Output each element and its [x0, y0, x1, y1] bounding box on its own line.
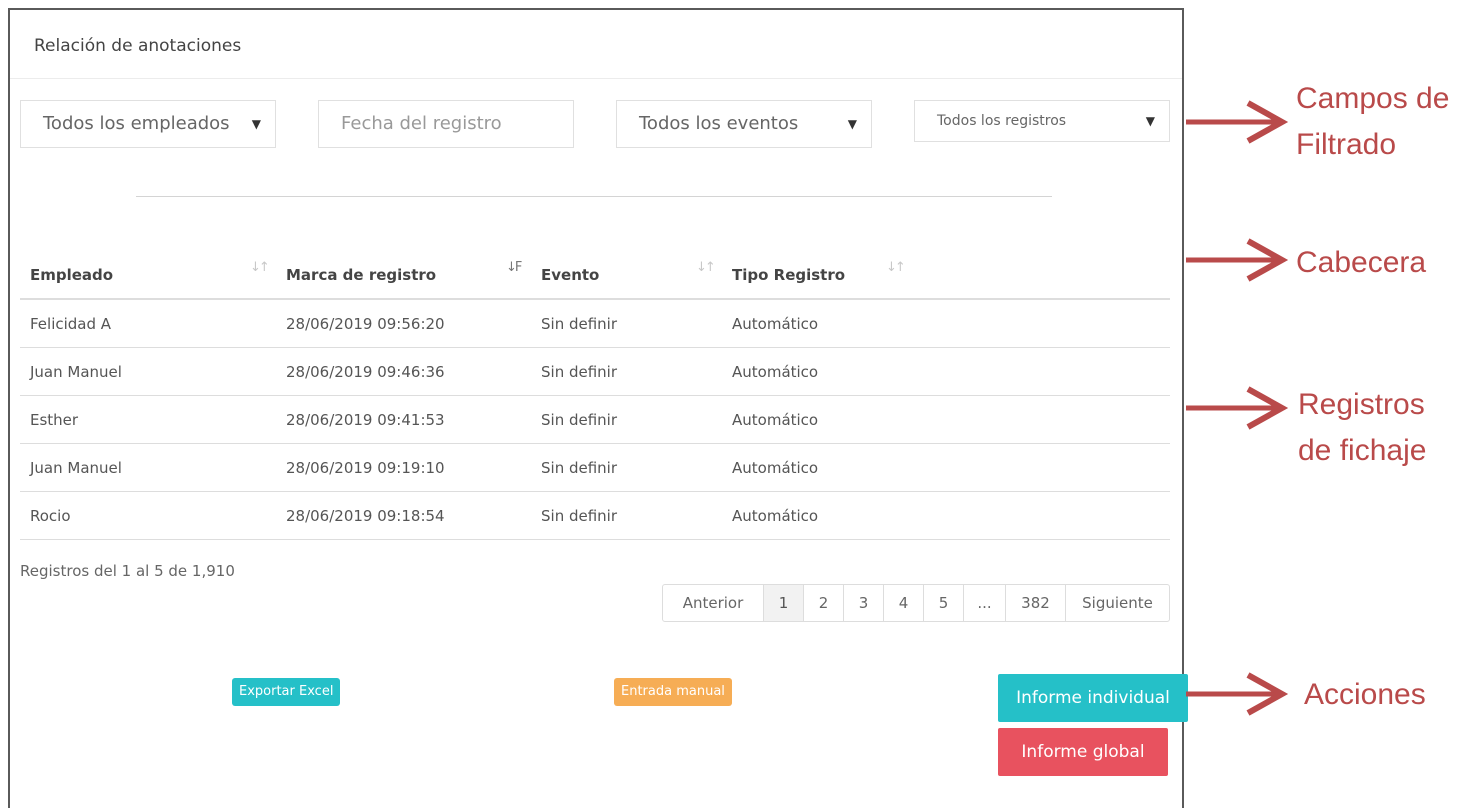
sort-desc-icon[interactable]: ↓F: [506, 260, 522, 275]
cell-event: Sin definir: [541, 315, 618, 333]
cell-employee: Rocio: [30, 507, 71, 525]
chevron-down-icon: ▼: [1145, 114, 1155, 128]
annotation-actions: Acciones: [1304, 678, 1426, 711]
cell-employee: Felicidad A: [30, 315, 112, 333]
title-divider: [10, 78, 1182, 79]
cell-timestamp: 28/06/2019 09:19:10: [286, 459, 445, 477]
panel-title: Relación de anotaciones: [34, 36, 242, 56]
date-filter-input[interactable]: Fecha del registro: [318, 100, 574, 148]
cell-timestamp: 28/06/2019 09:18:54: [286, 507, 445, 525]
pagination-page-1[interactable]: 1: [763, 585, 803, 621]
table-row[interactable]: Esther 28/06/2019 09:41:53 Sin definir A…: [20, 396, 1170, 444]
pagination-page-382[interactable]: 382: [1005, 585, 1065, 621]
cell-type: Automático: [732, 363, 819, 381]
column-header-tipo[interactable]: Tipo Registro: [732, 266, 845, 284]
cell-event: Sin definir: [541, 507, 618, 525]
cell-event: Sin definir: [541, 411, 618, 429]
column-header-evento[interactable]: Evento: [541, 266, 599, 284]
column-header-marca[interactable]: Marca de registro: [286, 266, 436, 284]
record-type-filter-select[interactable]: Todos los registros ▼: [914, 100, 1170, 142]
cell-type: Automático: [732, 315, 819, 333]
cell-timestamp: 28/06/2019 09:41:53: [286, 411, 445, 429]
cell-type: Automático: [732, 507, 819, 525]
sort-icon[interactable]: ↓↑: [696, 260, 716, 275]
pagination-page-5[interactable]: 5: [923, 585, 963, 621]
individual-report-button[interactable]: Informe individual: [998, 674, 1188, 722]
annotation-records-line1: Registros: [1298, 388, 1425, 421]
pagination-next-button[interactable]: Siguiente: [1065, 585, 1169, 621]
pagination-ellipsis: ...: [963, 585, 1005, 621]
filter-separator: [136, 196, 1052, 197]
annotation-header: Cabecera: [1296, 246, 1427, 279]
cell-timestamp: 28/06/2019 09:46:36: [286, 363, 445, 381]
employee-filter-select[interactable]: Todos los empleados ▼: [20, 100, 276, 148]
cell-employee: Esther: [30, 411, 79, 429]
pagination-page-2[interactable]: 2: [803, 585, 843, 621]
table-row[interactable]: Juan Manuel 28/06/2019 09:19:10 Sin defi…: [20, 444, 1170, 492]
arrow-right-icon: [1186, 386, 1289, 430]
manual-entry-button[interactable]: Entrada manual: [614, 678, 732, 706]
sort-icon[interactable]: ↓↑: [886, 260, 906, 275]
annotations-panel: Relación de anotaciones Todos los emplea…: [8, 8, 1188, 808]
table-row[interactable]: Felicidad A 28/06/2019 09:56:20 Sin defi…: [20, 300, 1170, 348]
cell-employee: Juan Manuel: [30, 459, 122, 477]
cell-event: Sin definir: [541, 459, 618, 477]
event-filter-value: Todos los eventos: [639, 113, 799, 134]
cell-type: Automático: [732, 411, 819, 429]
cell-type: Automático: [732, 459, 819, 477]
arrow-right-icon: [1186, 238, 1289, 282]
annotation-filters-line2: Filtrado: [1296, 128, 1397, 161]
cell-timestamp: 28/06/2019 09:56:20: [286, 315, 445, 333]
pagination-prev-button[interactable]: Anterior: [663, 585, 763, 621]
record-type-filter-value: Todos los registros: [937, 113, 1067, 129]
arrow-right-icon: [1186, 672, 1289, 716]
chevron-down-icon: ▼: [251, 117, 261, 131]
table-row[interactable]: Rocio 28/06/2019 09:18:54 Sin definir Au…: [20, 492, 1170, 540]
sort-icon[interactable]: ↓↑: [250, 260, 270, 275]
pagination: Anterior 1 2 3 4 5 ... 382 Siguiente: [662, 584, 1170, 622]
table-info: Registros del 1 al 5 de 1,910: [20, 562, 235, 580]
cell-event: Sin definir: [541, 363, 618, 381]
employee-filter-value: Todos los empleados: [43, 113, 230, 134]
table-row[interactable]: Juan Manuel 28/06/2019 09:46:36 Sin defi…: [20, 348, 1170, 396]
global-report-button[interactable]: Informe global: [998, 728, 1168, 776]
event-filter-select[interactable]: Todos los eventos ▼: [616, 100, 872, 148]
date-filter-placeholder: Fecha del registro: [341, 113, 502, 134]
export-excel-button[interactable]: Exportar Excel: [232, 678, 341, 706]
annotation-records-line2: de fichaje: [1298, 434, 1427, 467]
chevron-down-icon: ▼: [847, 117, 857, 131]
annotation-filters-line1: Campos de: [1296, 82, 1450, 115]
cell-employee: Juan Manuel: [30, 363, 122, 381]
pagination-page-3[interactable]: 3: [843, 585, 883, 621]
column-header-empleado[interactable]: Empleado: [30, 266, 113, 284]
pagination-page-4[interactable]: 4: [883, 585, 923, 621]
arrow-right-icon: [1186, 100, 1289, 144]
